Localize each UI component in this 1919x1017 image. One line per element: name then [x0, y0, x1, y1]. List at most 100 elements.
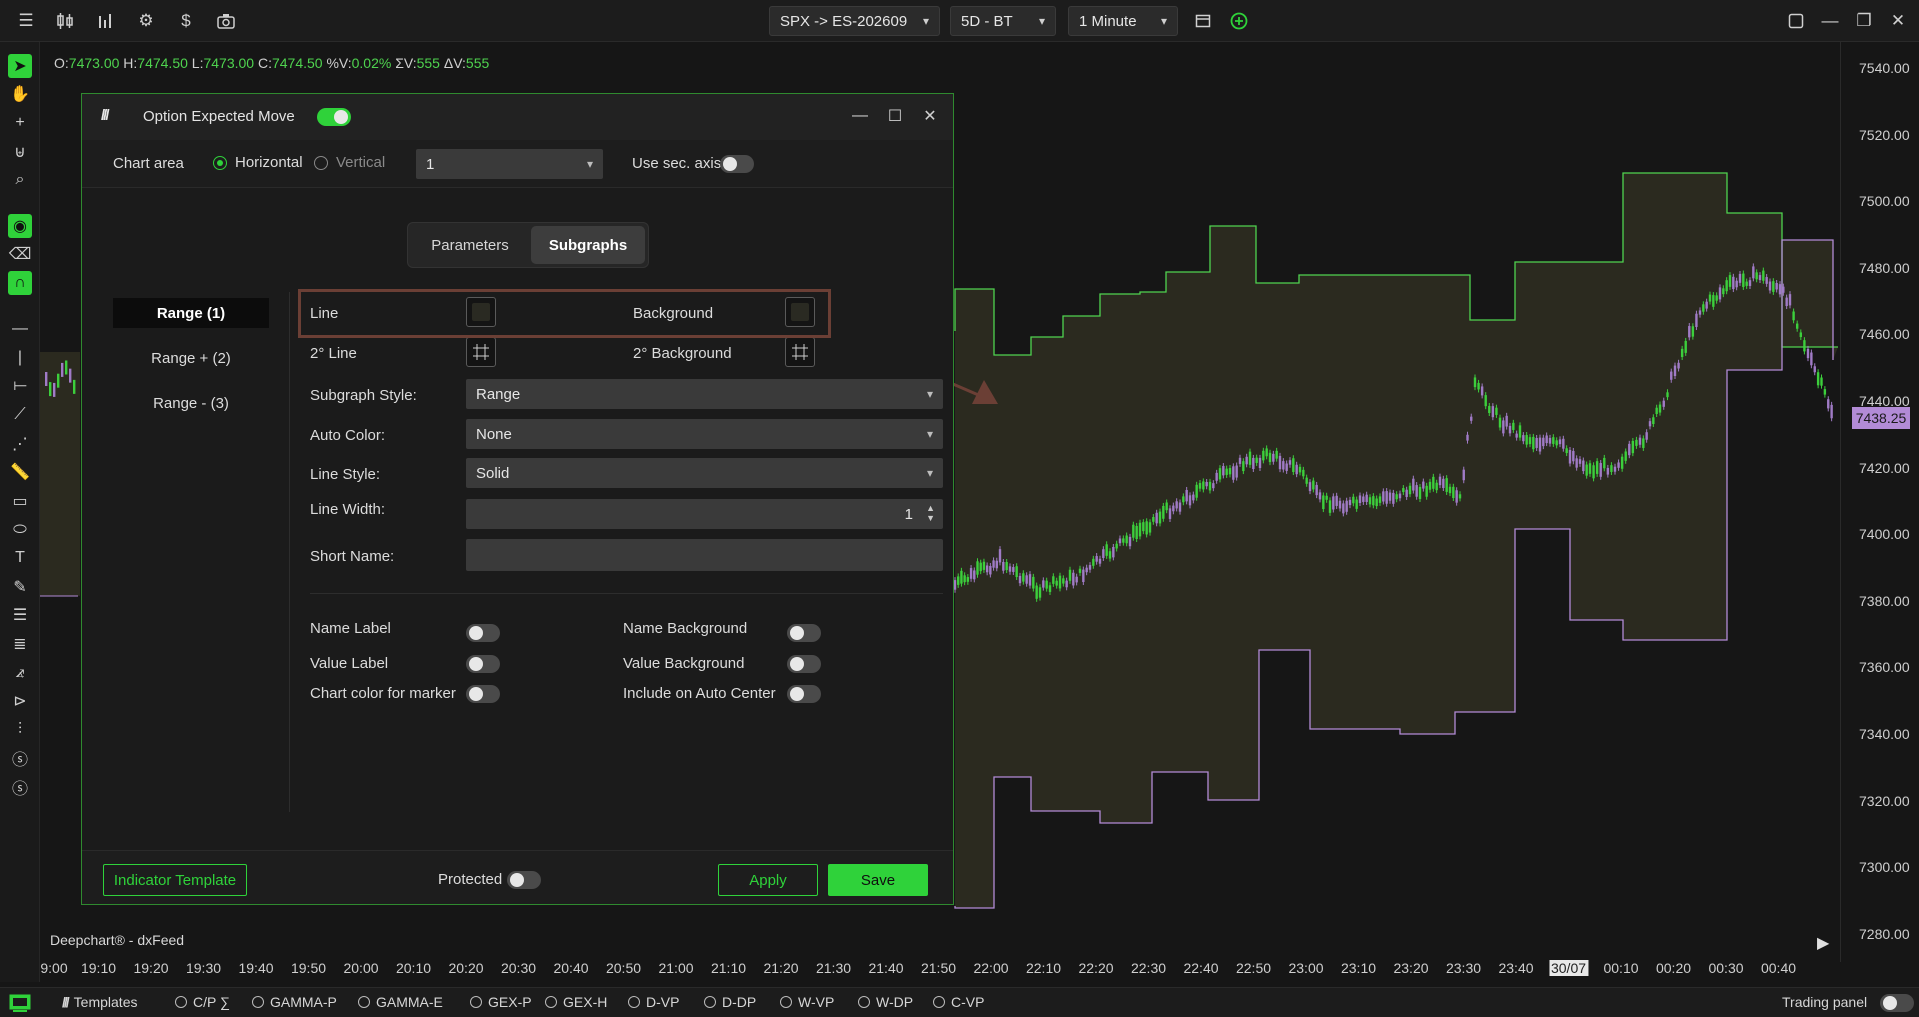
fan-icon[interactable]: ⦨ — [8, 661, 32, 685]
indicator-toggle-gex-h[interactable]: GEX-H — [545, 994, 607, 1010]
radio-icon — [358, 996, 370, 1008]
chart-color-marker-toggle[interactable] — [466, 685, 500, 703]
chart-area-select[interactable]: 1 ▾ — [416, 149, 603, 179]
pencil-icon[interactable]: ✎ — [8, 575, 32, 599]
sec-axis-toggle[interactable] — [720, 155, 754, 173]
play-icon[interactable]: ▶ — [1817, 933, 1829, 953]
ruler-icon[interactable]: 📏 — [8, 460, 32, 484]
hand-icon[interactable]: ✋ — [8, 82, 32, 106]
horizontal-radio[interactable] — [213, 156, 227, 170]
apply-button[interactable]: Apply — [718, 864, 818, 896]
eye-icon[interactable]: ◉ — [8, 214, 32, 238]
close-icon[interactable]: ✕ — [1886, 9, 1910, 33]
indicator-toggle-c-vp[interactable]: C-VP — [933, 994, 984, 1010]
trend-line-icon[interactable]: ⟋ — [8, 403, 32, 427]
price-axis-label: 7380.00 — [1859, 592, 1910, 609]
subgraph-item[interactable]: Range + (2) — [113, 343, 269, 373]
value-label-toggle[interactable] — [466, 655, 500, 673]
chart-title: Deepchart® - dxFeed — [50, 932, 185, 948]
indicator-toggle-gamma-e[interactable]: GAMMA-E — [358, 994, 443, 1010]
vertical-radio[interactable] — [314, 156, 328, 170]
short-name-input[interactable] — [466, 539, 943, 571]
dollar-marker-icon[interactable]: ⓢ — [8, 746, 32, 770]
bar-chart-icon[interactable] — [94, 9, 118, 33]
restore-icon[interactable]: ❐ — [1852, 9, 1876, 33]
subgraph-style-select[interactable]: Range ▾ — [466, 379, 943, 409]
crosshair-icon[interactable]: + — [8, 111, 32, 135]
gear-icon[interactable]: ⚙ — [134, 9, 158, 33]
period-select[interactable]: 5D - BT ▾ — [950, 6, 1056, 36]
indicator-toggle-gex-p[interactable]: GEX-P — [470, 994, 532, 1010]
dollar-icon[interactable]: $ — [174, 9, 198, 33]
rectangle-icon[interactable]: ▭ — [8, 489, 32, 513]
zoom-icon[interactable]: ⌕ — [8, 168, 32, 192]
cursor-icon[interactable]: ➤ — [8, 54, 32, 78]
indicator-enabled-toggle[interactable] — [317, 108, 351, 126]
time-axis[interactable]: 9:00 19:10 19:20 19:30 19:40 19:50 20:00 20:10 2… — [40, 957, 1840, 981]
eraser-icon[interactable]: ⌫ — [8, 242, 32, 266]
tab-parameters[interactable]: Parameters — [411, 226, 529, 264]
background2-label: 2° Background — [633, 345, 732, 362]
camera-icon[interactable] — [214, 9, 238, 33]
value-background-toggle[interactable] — [787, 655, 821, 673]
magnet-icon[interactable]: ∩ — [8, 271, 32, 295]
indicator-template-button[interactable]: Indicator Template — [103, 864, 247, 896]
subgraph-item[interactable]: Range (1) — [113, 298, 269, 328]
subgraph-style-label: Subgraph Style: — [310, 387, 417, 404]
window-mode-icon[interactable] — [1784, 9, 1808, 33]
trading-panel-toggle[interactable] — [1880, 994, 1914, 1012]
name-background-toggle[interactable] — [787, 624, 821, 642]
indicator-settings-dialog: /// Option Expected Move — ☐ ✕ Chart are… — [81, 93, 954, 905]
text-icon[interactable]: T — [8, 546, 32, 570]
indicator-toggle-gamma-p[interactable]: GAMMA-P — [252, 994, 337, 1010]
grid-icon — [792, 344, 808, 360]
minimize-icon[interactable]: — — [1818, 9, 1842, 33]
indicator-toggle-w-dp[interactable]: W-DP — [858, 994, 913, 1010]
vertical-label[interactable]: Vertical — [336, 154, 385, 171]
interval-select[interactable]: 1 Minute ▾ — [1068, 6, 1178, 36]
vertical-line-icon[interactable]: | — [8, 346, 32, 370]
indicator-toggle-c-p-[interactable]: C/P ∑ — [175, 994, 230, 1010]
radio-icon — [470, 996, 482, 1008]
indicator-toggle-d-dp[interactable]: D-DP — [704, 994, 756, 1010]
settings-lines-icon[interactable]: ⫶ — [8, 718, 32, 742]
ray-icon[interactable]: ⟝ — [8, 374, 32, 398]
arrow-marker-icon[interactable]: ⊳ — [8, 689, 32, 713]
horizontal-line-icon[interactable]: — — [8, 317, 32, 341]
maximize-icon[interactable]: ☐ — [883, 104, 907, 128]
minimize-icon[interactable]: — — [848, 104, 872, 128]
include-auto-center-toggle[interactable] — [787, 685, 821, 703]
name-label-toggle[interactable] — [466, 624, 500, 642]
spinner-arrows-icon[interactable]: ▲ ▼ — [926, 503, 935, 523]
protected-toggle[interactable] — [507, 871, 541, 889]
time-axis-label: 20:50 — [605, 960, 642, 976]
auto-color-select[interactable]: None ▾ — [466, 419, 943, 449]
indicator-toggle-d-vp[interactable]: D-VP — [628, 994, 679, 1010]
tab-subgraphs[interactable]: Subgraphs — [531, 226, 645, 264]
price-axis[interactable]: 7540.00 7520.00 7500.00 7480.00 7460.00 7440.… — [1840, 42, 1919, 962]
fib-icon[interactable]: ≣ — [8, 632, 32, 656]
line-style-select[interactable]: Solid ▾ — [466, 458, 943, 488]
save-button[interactable]: Save — [828, 864, 928, 896]
line2-color-swatch[interactable] — [466, 337, 496, 367]
ellipse-icon[interactable]: ⬭ — [8, 518, 32, 542]
menu-icon[interactable]: ☰ — [14, 9, 38, 33]
subgraph-item[interactable]: Range - (3) — [113, 388, 269, 418]
background2-color-swatch[interactable] — [785, 337, 815, 367]
dialog-header: /// Option Expected Move — ☐ ✕ — [82, 94, 953, 140]
indicator-toggle-w-vp[interactable]: W-VP — [780, 994, 834, 1010]
close-icon[interactable]: ✕ — [918, 104, 942, 128]
dollar-marker2-icon[interactable]: ⓢ — [8, 775, 32, 799]
templates-button[interactable]: /// Templates — [62, 994, 137, 1010]
workspace-icon[interactable] — [8, 991, 32, 1015]
line-width-stepper[interactable]: 1 ▲ ▼ — [466, 499, 943, 529]
add-chart-icon[interactable] — [1227, 9, 1251, 33]
radio-icon — [628, 996, 640, 1008]
symbol-select[interactable]: SPX -> ES-202609 ▾ — [769, 6, 940, 36]
lines-icon[interactable]: ☰ — [8, 603, 32, 627]
polyline-icon[interactable]: ⋰ — [8, 432, 32, 456]
horizontal-label[interactable]: Horizontal — [235, 154, 303, 171]
layout-icon[interactable] — [1191, 9, 1215, 33]
magnet-crosshair-icon[interactable]: ⊎ — [8, 140, 32, 164]
candles-icon[interactable] — [53, 9, 77, 33]
